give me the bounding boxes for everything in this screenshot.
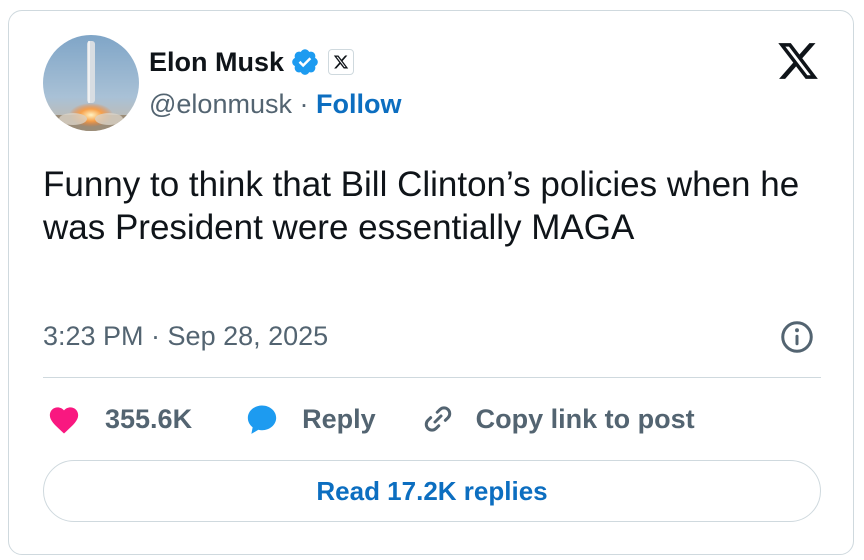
action-bar: 355.6K Reply Copy link to post: [43, 401, 695, 437]
heart-icon: [49, 407, 79, 434]
verified-badge-icon: [290, 47, 320, 77]
like-count: 355.6K: [105, 403, 193, 434]
divider: [43, 377, 821, 378]
read-replies-button[interactable]: Read 17.2K replies: [43, 460, 821, 522]
author-name[interactable]: Elon Musk: [149, 47, 284, 78]
x-badge-icon: [328, 49, 355, 75]
avatar[interactable]: [43, 35, 139, 131]
author-name-row: Elon Musk: [149, 45, 355, 79]
like-button[interactable]: 355.6K: [47, 403, 192, 435]
info-icon[interactable]: [779, 319, 815, 355]
tweet-card: Elon Musk @elonmusk · Follow Funny to th…: [8, 10, 854, 555]
reply-icon: [247, 405, 277, 434]
handle-separator: ·: [291, 89, 316, 119]
copy-link-label: Copy link to post: [475, 403, 695, 434]
reply-label: Reply: [302, 403, 376, 434]
author-handle[interactable]: @elonmusk: [149, 89, 292, 119]
copy-link-button[interactable]: Copy link to post: [420, 401, 695, 437]
follow-button[interactable]: Follow: [316, 89, 401, 119]
tweet-timestamp[interactable]: 3:23 PM · Sep 28, 2025: [43, 321, 328, 352]
x-logo-icon[interactable]: [775, 39, 821, 83]
reply-button[interactable]: Reply: [244, 402, 376, 436]
link-icon: [424, 406, 451, 432]
author-handle-row: @elonmusk · Follow: [149, 89, 401, 120]
tweet-text: Funny to think that Bill Clinton’s polic…: [43, 165, 800, 247]
